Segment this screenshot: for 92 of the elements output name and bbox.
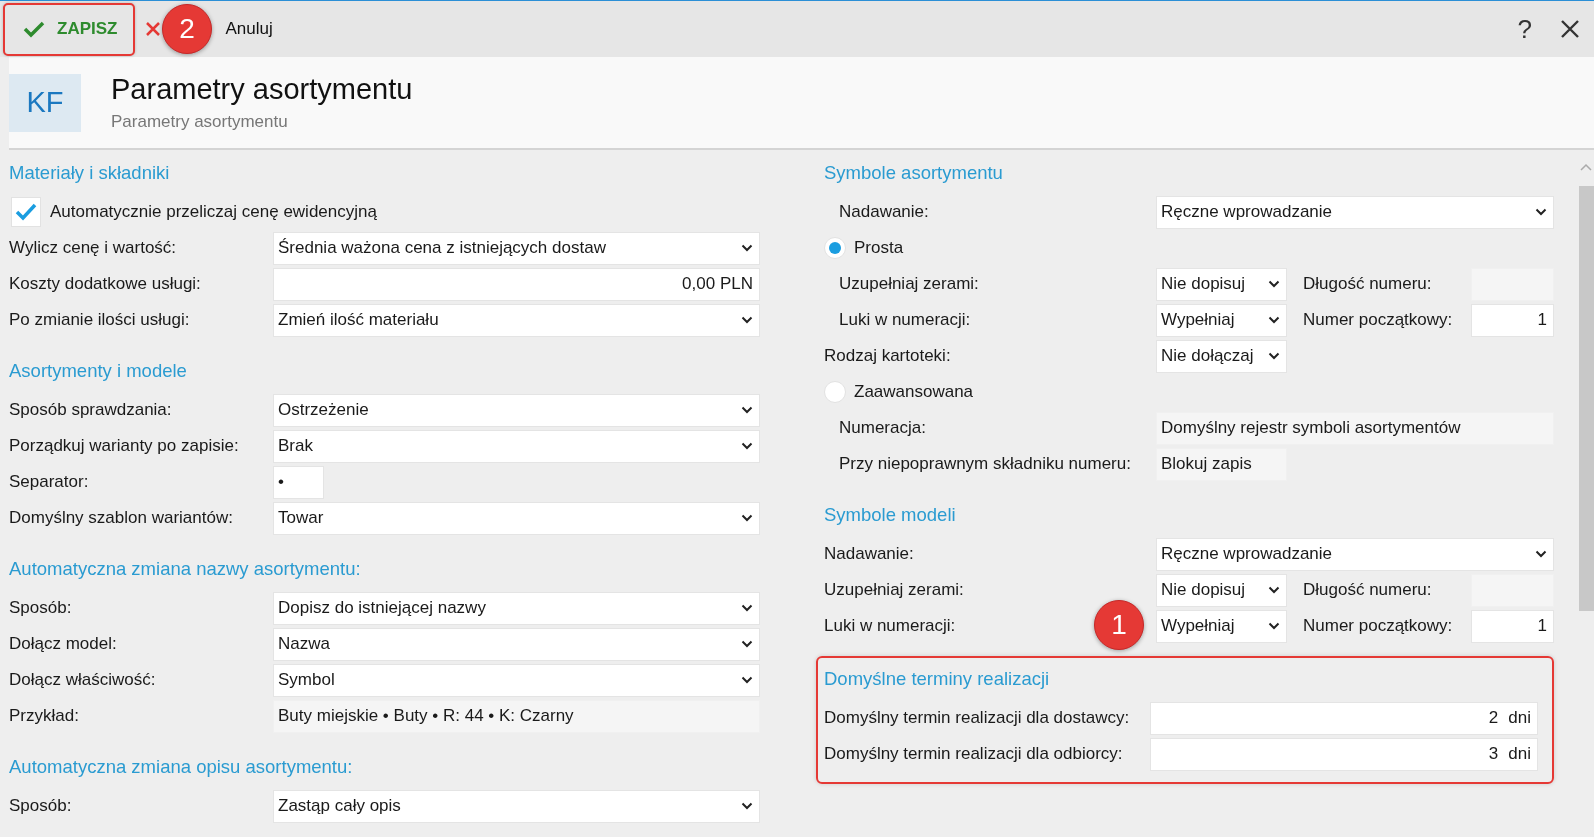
field-label: Porządkuj warianty po zapisie: — [9, 436, 239, 455]
field-label: Długość numeru: — [1303, 274, 1433, 294]
section-title: Materiały i składniki — [9, 161, 170, 185]
input-field[interactable]: 2 dni — [1150, 701, 1538, 735]
field-label: Wylicz cenę i wartość: — [9, 238, 177, 257]
chevron-down-icon — [741, 316, 753, 324]
field-label: Nadawanie: — [824, 544, 914, 563]
checkbox[interactable] — [11, 197, 41, 227]
field-label: Dołącz właściwość: — [9, 670, 156, 689]
input-field[interactable]: 1 — [1471, 303, 1554, 337]
dropdown[interactable]: Ręczne wprowadzanie — [1156, 537, 1554, 571]
dropdown[interactable]: Ręczne wprowadzanie — [1156, 195, 1554, 229]
dropdown[interactable]: Symbol — [273, 663, 760, 697]
dropdown[interactable]: Ostrzeżenie — [273, 393, 760, 427]
dropdown[interactable]: Nie dopisuj — [1156, 267, 1287, 301]
field-label: Dołącz model: — [9, 634, 117, 653]
field-label: Domyślny szablon wariantów: — [9, 508, 233, 527]
close-icon[interactable] — [1560, 19, 1580, 39]
field-label: Numer początkowy: — [1303, 310, 1454, 330]
input-field[interactable]: 0,00 PLN — [273, 267, 760, 301]
readonly-field: Buty miejskie • Buty • R: 44 • K: Czarny — [273, 699, 760, 733]
dropdown[interactable]: Wypełniaj — [1156, 609, 1287, 643]
page-subtitle: Parametry asortymentu — [111, 112, 289, 132]
field-label: Uzupełniaj zerami: — [839, 274, 979, 293]
checkbox-label: Automatycznie przeliczaj cenę ewidencyjną — [50, 202, 377, 222]
field-label: Uzupełniaj zerami: — [824, 580, 964, 599]
field-label: Luki w numeracji: — [824, 616, 956, 635]
field-label: Długość numeru: — [1303, 580, 1433, 600]
field-label: Sposób sprawdzania: — [9, 400, 172, 419]
radio-button[interactable] — [824, 237, 846, 259]
dropdown[interactable]: Nie dopisuj — [1156, 573, 1287, 607]
radio-label: Zaawansowana — [854, 382, 974, 402]
scrollbar-thumb[interactable] — [1579, 186, 1594, 611]
field-label: Nadawanie: — [839, 202, 929, 221]
section-title: Symbole modeli — [824, 503, 956, 527]
chevron-down-icon — [741, 604, 753, 612]
field-label: Sposób: — [9, 598, 72, 617]
input-field[interactable]: • — [273, 465, 324, 499]
chevron-down-icon — [1268, 586, 1280, 594]
dropdown[interactable]: Towar — [273, 501, 760, 535]
field-label: Po zmianie ilości usługi: — [9, 310, 190, 329]
field-label: Przy niepoprawnym składniku numeru: — [839, 454, 1131, 473]
chevron-down-icon — [1268, 622, 1280, 630]
chevron-down-icon — [741, 640, 753, 648]
dropdown[interactable]: Dopisz do istniejącej nazwy — [273, 591, 760, 625]
dropdown[interactable]: Brak — [273, 429, 760, 463]
chevron-down-icon — [1268, 352, 1280, 360]
chevron-down-icon — [741, 244, 753, 252]
radio-label: Prosta — [854, 238, 904, 258]
dropdown[interactable]: Nie dołączaj — [1156, 339, 1287, 373]
readonly-field: Domyślny rejestr symboli asortymentów — [1156, 411, 1554, 445]
field-label: Koszty dodatkowe usługi: — [9, 274, 201, 293]
chevron-down-icon — [741, 442, 753, 450]
chevron-down-icon — [741, 676, 753, 684]
field-label: Domyślny termin realizacji dla odbiorcy: — [824, 744, 1123, 763]
input-field[interactable]: 1 — [1471, 609, 1554, 643]
dropdown[interactable]: Zmień ilość materiału — [273, 303, 760, 337]
scroll-up-icon[interactable] — [1580, 163, 1592, 171]
section-title: Automatyczna zmiana nazwy asortymentu: — [9, 557, 361, 581]
field-label: Numer początkowy: — [1303, 616, 1454, 636]
help-button[interactable]: ? — [1513, 13, 1536, 45]
section-title: Automatyczna zmiana opisu asortymentu: — [9, 755, 353, 779]
field-label: Separator: — [9, 472, 89, 491]
section-title: Symbole asortymentu — [824, 161, 1003, 185]
page-title: Parametry asortymentu — [111, 73, 413, 106]
field-label: Domyślny termin realizacji dla dostawcy: — [824, 708, 1130, 727]
field-label: Rodzaj kartoteki: — [824, 346, 951, 365]
chevron-down-icon — [741, 514, 753, 522]
field-label: Sposób: — [9, 796, 72, 815]
chevron-down-icon — [1268, 280, 1280, 288]
section-title: Asortymenty i modele — [9, 359, 187, 383]
chevron-down-icon — [1268, 316, 1280, 324]
dropdown[interactable]: Zastąp cały opis — [273, 789, 760, 823]
radio-button[interactable] — [824, 381, 846, 403]
cancel-icon — [145, 21, 162, 37]
chevron-down-icon — [1535, 550, 1547, 558]
callout-badge: 1 — [1094, 600, 1144, 650]
module-badge: KF — [9, 73, 81, 132]
section-title: Domyślne terminy realizacji — [824, 667, 1050, 691]
dropdown[interactable]: Wypełniaj — [1156, 303, 1287, 337]
field-label: Przykład: — [9, 706, 79, 725]
field-label: Luki w numeracji: — [839, 310, 971, 329]
dropdown[interactable]: Nazwa — [273, 627, 760, 661]
chevron-down-icon — [1535, 208, 1547, 216]
readonly-field: Blokuj zapis — [1156, 447, 1287, 481]
dropdown[interactable]: Średnia ważona cena z istniejących dostaw — [273, 231, 760, 265]
field-label: Numeracja: — [839, 418, 926, 437]
chevron-down-icon — [741, 802, 753, 810]
input-field[interactable]: 3 dni — [1150, 737, 1538, 771]
callout-badge: 2 — [162, 4, 212, 54]
check-icon — [23, 20, 45, 38]
chevron-down-icon — [741, 406, 753, 414]
